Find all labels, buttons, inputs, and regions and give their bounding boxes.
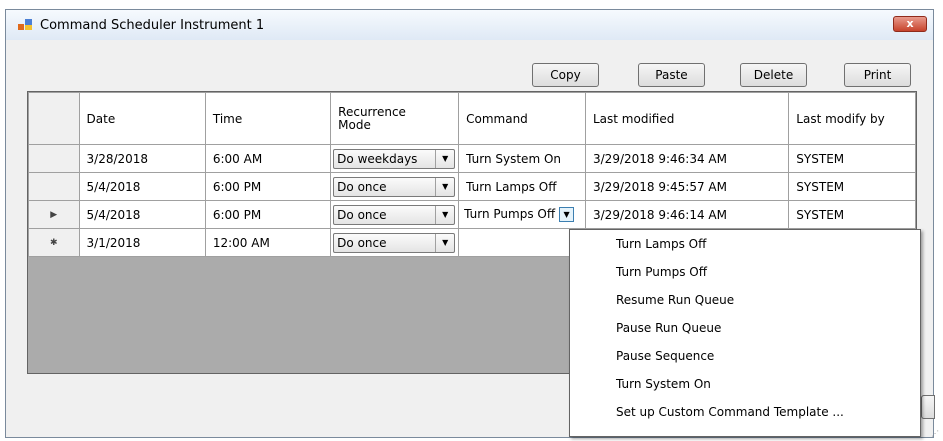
date-cell[interactable]: 3/1/2018: [78, 228, 206, 257]
paste-button[interactable]: Paste: [638, 63, 705, 87]
column-header-date[interactable]: Date: [78, 92, 206, 145]
partially-hidden-button[interactable]: [921, 395, 935, 419]
table-row[interactable]: 3/28/2018 6:00 AM Do weekdays ▼ Turn Sys…: [28, 144, 916, 173]
last-modify-by-cell[interactable]: SYSTEM: [788, 144, 916, 173]
time-cell[interactable]: 6:00 AM: [204, 144, 332, 173]
last-modify-by-cell[interactable]: SYSTEM: [788, 200, 916, 229]
recurrence-mode-value: Do once: [337, 207, 387, 222]
command-value: Turn Pumps Off: [464, 207, 556, 221]
command-option[interactable]: Turn Lamps Off: [616, 230, 706, 258]
title-bar: Command Scheduler Instrument 1 x: [6, 10, 933, 40]
table-row-current[interactable]: ▶ 5/4/2018 6:00 PM Do once ▼ Turn Pumps …: [28, 200, 916, 229]
dropdown-arrow-icon[interactable]: ▼: [435, 233, 454, 252]
corner-header: [28, 92, 80, 145]
time-cell[interactable]: 6:00 PM: [204, 172, 332, 201]
last-modified-cell[interactable]: 3/29/2018 9:46:14 AM: [584, 200, 790, 229]
dropdown-arrow-icon[interactable]: ▼: [435, 149, 454, 168]
dropdown-arrow-icon[interactable]: ▼: [435, 205, 454, 224]
command-option[interactable]: Pause Sequence: [616, 342, 714, 370]
command-cell[interactable]: Turn Lamps Off: [458, 172, 586, 201]
command-option[interactable]: Turn Pumps Off: [616, 258, 707, 286]
recurrence-mode-select[interactable]: Do once ▼: [333, 232, 456, 253]
recurrence-mode-cell[interactable]: Do once ▼: [330, 228, 460, 257]
print-button[interactable]: Print: [844, 63, 911, 87]
column-header-last-modify-by[interactable]: Last modify by: [788, 92, 916, 145]
column-header-command[interactable]: Command: [458, 92, 586, 145]
last-modified-cell[interactable]: 3/29/2018 9:46:34 AM: [584, 144, 790, 173]
recurrence-mode-cell[interactable]: Do once ▼: [330, 200, 460, 229]
last-modify-by-cell[interactable]: SYSTEM: [788, 172, 916, 201]
recurrence-mode-select[interactable]: Do once ▼: [333, 176, 456, 197]
command-option[interactable]: Set up Custom Command Template ...: [616, 398, 844, 426]
recurrence-mode-select[interactable]: Do weekdays ▼: [333, 148, 456, 169]
close-button[interactable]: x: [893, 16, 927, 32]
row-header[interactable]: [28, 172, 80, 201]
command-cell-editing[interactable]: Turn Pumps Off ▼: [458, 200, 586, 229]
date-cell[interactable]: 5/4/2018: [78, 172, 206, 201]
date-cell[interactable]: 5/4/2018: [78, 200, 206, 229]
recurrence-mode-value: Do weekdays: [337, 151, 418, 166]
current-row-indicator-icon[interactable]: ▶: [28, 200, 80, 229]
delete-button[interactable]: Delete: [740, 63, 807, 87]
recurrence-mode-cell[interactable]: Do weekdays ▼: [330, 144, 460, 173]
header-row: Date Time Recurrence Mode Command Last m…: [28, 92, 916, 145]
table-row[interactable]: 5/4/2018 6:00 PM Do once ▼ Turn Lamps Of…: [28, 172, 916, 201]
column-header-time[interactable]: Time: [204, 92, 332, 145]
column-header-recurrence-mode-label: Recurrence Mode: [338, 104, 406, 132]
dropdown-arrow-icon[interactable]: ▼: [435, 177, 454, 196]
window-title: Command Scheduler Instrument 1: [40, 18, 265, 33]
recurrence-mode-value: Do once: [337, 179, 387, 194]
recurrence-mode-cell[interactable]: Do once ▼: [330, 172, 460, 201]
last-modified-cell[interactable]: 3/29/2018 9:45:57 AM: [584, 172, 790, 201]
time-cell[interactable]: 12:00 AM: [204, 228, 332, 257]
time-cell[interactable]: 6:00 PM: [204, 200, 332, 229]
resize-grip-icon[interactable]: ⋰: [931, 429, 939, 438]
row-header[interactable]: [28, 144, 80, 173]
column-header-last-modified[interactable]: Last modified: [584, 92, 790, 145]
date-cell[interactable]: 3/28/2018: [78, 144, 206, 173]
command-dropdown-arrow-icon[interactable]: ▼: [559, 207, 575, 222]
recurrence-mode-value: Do once: [337, 235, 387, 250]
column-header-recurrence-mode[interactable]: Recurrence Mode: [330, 92, 460, 145]
command-cell[interactable]: [458, 228, 586, 257]
app-window-icon: [18, 19, 32, 30]
new-row-indicator-icon[interactable]: ✱: [28, 228, 80, 257]
command-option[interactable]: Resume Run Queue: [616, 286, 734, 314]
copy-button[interactable]: Copy: [532, 63, 599, 87]
command-option[interactable]: Pause Run Queue: [616, 314, 721, 342]
command-cell[interactable]: Turn System On: [458, 144, 586, 173]
command-dropdown-list[interactable]: Turn Lamps Off Turn Pumps Off Resume Run…: [569, 229, 921, 437]
recurrence-mode-select[interactable]: Do once ▼: [333, 204, 456, 225]
command-option[interactable]: Turn System On: [616, 370, 711, 398]
